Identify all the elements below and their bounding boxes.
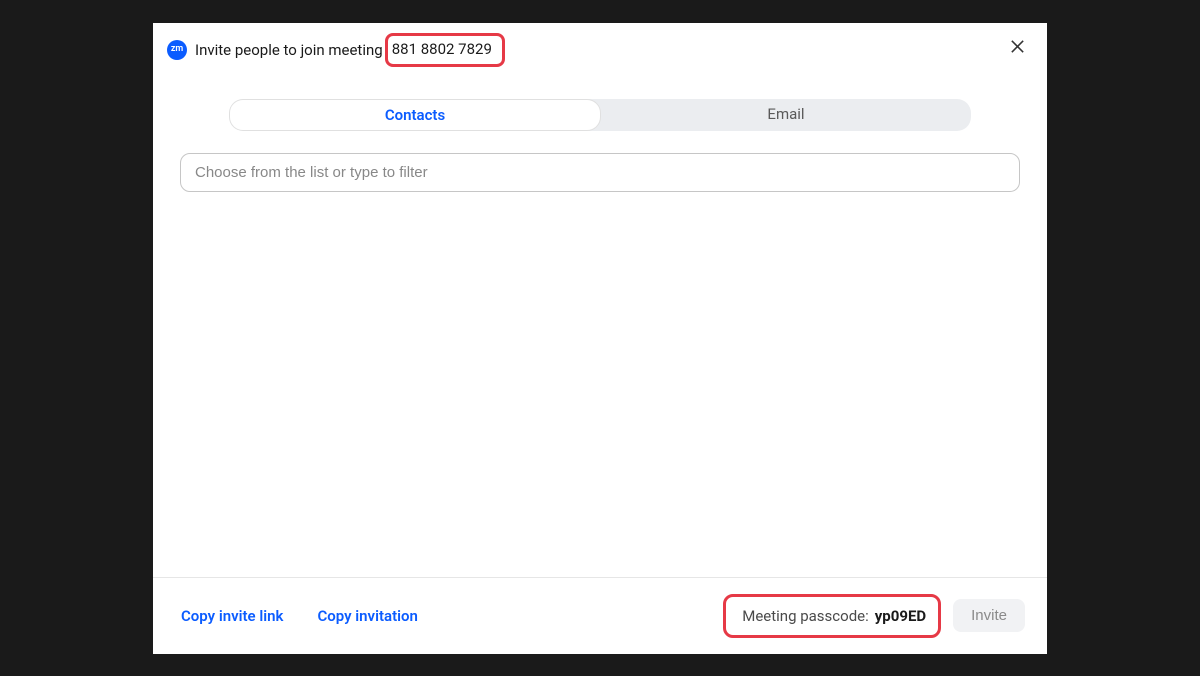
invite-dialog: zm Invite people to join meeting 881 880… [153,23,1047,654]
invite-button[interactable]: Invite [953,599,1025,632]
tab-group: Contacts Email [229,99,971,131]
meeting-id: 881 8802 7829 [392,40,492,58]
passcode-value: yp09ED [875,607,926,625]
meeting-id-highlight: 881 8802 7829 [385,33,505,67]
title-prefix: Invite people to join meeting [195,41,383,59]
meeting-passcode-highlight: Meeting passcode: yp09ED [723,594,941,638]
close-button[interactable] [1005,35,1029,59]
copy-invitation-button[interactable]: Copy invitation [317,607,417,625]
copy-invite-link-button[interactable]: Copy invite link [181,607,283,625]
zoom-app-icon: zm [167,40,187,60]
tab-contacts[interactable]: Contacts [229,99,601,131]
dialog-title: Invite people to join meeting 881 8802 7… [195,33,505,67]
close-icon [1009,38,1026,55]
contacts-list-area [153,192,1047,577]
tab-email[interactable]: Email [601,99,971,131]
passcode-label: Meeting passcode: [742,607,869,625]
filter-input-wrap [180,153,1020,192]
zoom-app-icon-label: zm [171,45,183,54]
contact-filter-input[interactable] [180,153,1020,192]
dialog-titlebar: zm Invite people to join meeting 881 880… [153,23,1047,75]
dialog-footer: Copy invite link Copy invitation Meeting… [153,577,1047,654]
